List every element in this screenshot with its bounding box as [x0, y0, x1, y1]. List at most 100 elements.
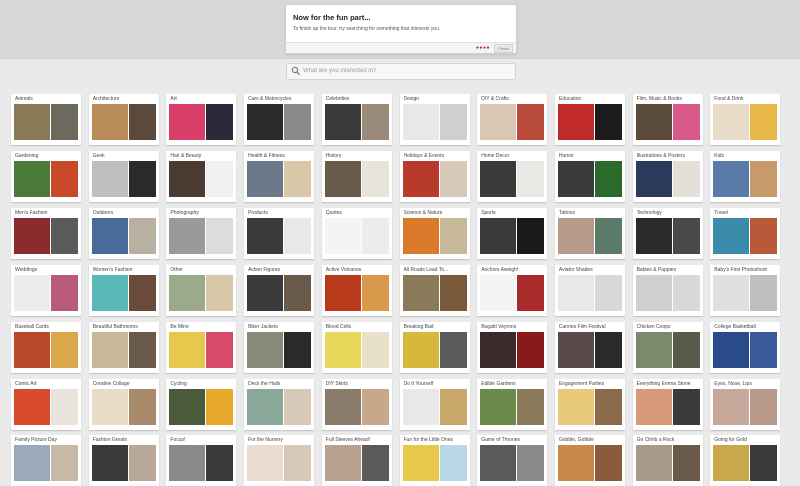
category-card[interactable]: Baseball Cards: [11, 321, 81, 373]
category-card[interactable]: Home Decor: [477, 150, 548, 202]
category-card[interactable]: Gobble, Gobble: [554, 435, 625, 486]
category-thumbnail: [750, 445, 778, 482]
category-card[interactable]: Creative Collage: [88, 378, 159, 430]
category-card[interactable]: Men's Fashion: [11, 207, 81, 259]
category-card[interactable]: Kids: [710, 150, 781, 202]
category-card[interactable]: Technology: [632, 207, 703, 259]
category-thumbnail: [635, 104, 672, 140]
finish-button[interactable]: Finish: [494, 44, 513, 53]
category-label: Eyes, Nose, Lips: [714, 380, 752, 387]
category-card[interactable]: Do It Yourself: [399, 378, 470, 430]
category-label: Creative Collage: [92, 380, 130, 387]
category-card[interactable]: Blood Cells: [321, 321, 392, 373]
category-thumbnail: [284, 160, 312, 197]
category-card[interactable]: Eyes, Nose, Lips: [710, 378, 781, 430]
category-card[interactable]: Family Picture Day: [11, 435, 81, 486]
category-label: Chicken Coops: [636, 323, 671, 330]
category-label: Cannes Film Festival: [558, 323, 606, 330]
category-card[interactable]: Illustrations & Posters: [632, 150, 703, 202]
category-thumbnail: [51, 217, 78, 254]
category-card[interactable]: Other: [166, 264, 237, 316]
category-card[interactable]: Full Sleeves Ahead!: [321, 435, 392, 486]
category-card[interactable]: Everything Emma Stone: [632, 378, 703, 430]
category-card[interactable]: Deck the Halls: [244, 378, 315, 430]
category-thumbnail: [635, 217, 672, 254]
category-card[interactable]: Be Mine: [166, 321, 237, 373]
category-card[interactable]: Comic Art: [11, 378, 81, 430]
category-card[interactable]: DIY & Crafts: [477, 94, 548, 145]
category-card[interactable]: Art: [166, 94, 237, 145]
category-card[interactable]: Food & Drink: [710, 94, 781, 145]
category-card[interactable]: Quotes: [321, 207, 392, 259]
category-card[interactable]: Aviator Shades: [554, 264, 625, 316]
category-card[interactable]: Hair & Beauty: [166, 150, 237, 202]
category-label: Focus!: [170, 437, 186, 444]
category-card[interactable]: Design: [399, 94, 470, 145]
category-card[interactable]: Active Volcanos: [321, 264, 392, 316]
category-card[interactable]: Animals: [11, 94, 81, 145]
search-input[interactable]: [303, 65, 508, 77]
category-thumbnail: [402, 445, 439, 482]
category-card[interactable]: Women's Fashion: [88, 264, 159, 316]
category-thumbnail: [206, 104, 234, 140]
category-card[interactable]: Humor: [554, 150, 625, 202]
search-box[interactable]: [286, 63, 516, 80]
category-label: Anchors Aweigh!: [481, 266, 519, 273]
category-card[interactable]: Going for Gold: [710, 435, 781, 486]
category-card[interactable]: Focus!: [166, 435, 237, 486]
category-thumbnail: [91, 445, 128, 482]
category-card[interactable]: Geek: [88, 150, 159, 202]
category-card[interactable]: Outdoors: [88, 207, 159, 259]
category-card[interactable]: All Roads Lead To...: [399, 264, 470, 316]
category-card[interactable]: College Basketball: [710, 321, 781, 373]
category-card[interactable]: Fashion Greats: [88, 435, 159, 486]
category-label: Blood Cells: [325, 323, 352, 330]
category-thumbnail: [361, 217, 389, 254]
category-card[interactable]: Tattoos: [554, 207, 625, 259]
category-label: Technology: [636, 209, 662, 216]
category-card[interactable]: Cannes Film Festival: [554, 321, 625, 373]
category-card[interactable]: Holidays & Events: [399, 150, 470, 202]
category-card[interactable]: Film, Music & Books: [632, 94, 703, 145]
category-card[interactable]: Engagement Parties: [554, 378, 625, 430]
category-card[interactable]: Weddings: [11, 264, 81, 316]
category-card[interactable]: Anchors Aweigh!: [477, 264, 548, 316]
category-card[interactable]: Go Climb a Rock: [632, 435, 703, 486]
category-card[interactable]: Beautiful Bathrooms: [88, 321, 159, 373]
category-thumbnail: [206, 217, 234, 254]
category-card[interactable]: Architecture: [88, 94, 159, 145]
category-thumbnail: [439, 217, 467, 254]
category-card[interactable]: Cars & Motorcycles: [244, 94, 315, 145]
category-card[interactable]: Baby's First Photoshoot: [710, 264, 781, 316]
category-thumbnail: [324, 331, 361, 368]
category-card[interactable]: Travel: [710, 207, 781, 259]
category-thumbnail: [51, 274, 78, 311]
category-thumbnail: [557, 217, 594, 254]
category-card[interactable]: Biker Jackets: [244, 321, 315, 373]
category-card[interactable]: For the Nursery: [244, 435, 315, 486]
category-card[interactable]: Health & Fitness: [244, 150, 315, 202]
category-card[interactable]: Celebrities: [321, 94, 392, 145]
category-thumbnail: [517, 445, 545, 482]
category-card[interactable]: Game of Thrones: [477, 435, 548, 486]
category-card[interactable]: Babies & Puppies: [632, 264, 703, 316]
category-card[interactable]: Edible Gardens: [477, 378, 548, 430]
category-card[interactable]: Fun for the Little Ones: [399, 435, 470, 486]
category-label: Baseball Cards: [15, 323, 49, 330]
category-card[interactable]: Breaking Bad: [399, 321, 470, 373]
category-card[interactable]: Cycling: [166, 378, 237, 430]
category-card[interactable]: Action Figures: [244, 264, 315, 316]
category-card[interactable]: Education: [554, 94, 625, 145]
category-card[interactable]: Bugatti Veyrons: [477, 321, 548, 373]
category-card[interactable]: History: [321, 150, 392, 202]
category-card[interactable]: DIY Skirts: [321, 378, 392, 430]
category-card[interactable]: Chicken Coops: [632, 321, 703, 373]
category-card[interactable]: Science & Nature: [399, 207, 470, 259]
category-thumbnail: [750, 217, 778, 254]
category-card[interactable]: Gardening: [11, 150, 81, 202]
category-label: DIY Skirts: [325, 380, 348, 387]
category-label: Sports: [481, 209, 496, 216]
category-card[interactable]: Sports: [477, 207, 548, 259]
category-card[interactable]: Products: [244, 207, 315, 259]
category-card[interactable]: Photography: [166, 207, 237, 259]
